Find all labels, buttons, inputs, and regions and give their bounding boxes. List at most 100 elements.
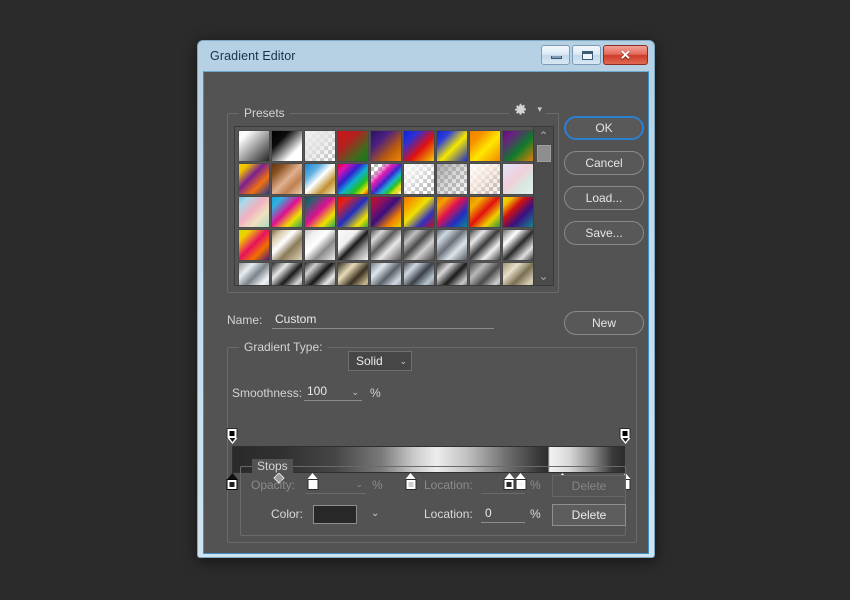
preset-swatch-violet-green-orange[interactable] bbox=[502, 130, 533, 162]
preset-swatch-blue-steel[interactable] bbox=[436, 229, 468, 261]
preset-swatch-gold-dark[interactable] bbox=[337, 262, 369, 285]
preset-swatch-fill bbox=[436, 262, 468, 285]
preset-swatch-fill bbox=[304, 262, 336, 285]
preset-swatch-fill bbox=[337, 229, 369, 261]
preset-swatch-foreground-to-transparent[interactable] bbox=[271, 130, 303, 162]
close-button[interactable]: ✕ bbox=[603, 45, 648, 65]
ok-button[interactable]: OK bbox=[564, 116, 644, 140]
preset-swatch-red-green[interactable] bbox=[337, 130, 369, 162]
preset-swatch-red-violet-orange-yellow[interactable] bbox=[370, 196, 402, 228]
preset-swatch-chrome-blue[interactable] bbox=[304, 163, 336, 195]
preset-swatch-noise-white[interactable] bbox=[403, 163, 435, 195]
preset-swatch-polished-chrome[interactable] bbox=[469, 229, 501, 261]
presets-group: Presets ▾ ⌃ ⌄ bbox=[227, 103, 559, 293]
preset-swatch-fill bbox=[370, 130, 402, 162]
preset-swatch-yellow-violet-orange-blue[interactable] bbox=[238, 163, 270, 195]
preset-swatch-fill bbox=[403, 196, 435, 228]
scrollbar-thumb[interactable] bbox=[537, 145, 551, 162]
preset-swatch-brass[interactable] bbox=[271, 229, 303, 261]
opacity-stop-pointer bbox=[620, 438, 630, 444]
preset-swatch-bright-chrome[interactable] bbox=[502, 229, 533, 261]
opacity-input: ⌄ bbox=[306, 475, 366, 494]
preset-swatch-fill bbox=[436, 163, 468, 195]
preset-swatch-night-chrome[interactable] bbox=[436, 262, 468, 285]
preset-swatch-orange-yellow-orange[interactable] bbox=[469, 130, 501, 162]
preset-swatch-fill bbox=[337, 262, 369, 285]
preset-swatch-violet-orange[interactable] bbox=[370, 130, 402, 162]
smoothness-input[interactable]: 100 ⌄ bbox=[304, 382, 362, 401]
chevron-down-icon: ⌄ bbox=[399, 355, 407, 366]
opacity-stop-100[interactable] bbox=[619, 428, 631, 445]
title-bar[interactable]: Gradient Editor ✕ bbox=[203, 41, 649, 71]
preset-swatch-pale-chrome[interactable] bbox=[238, 262, 270, 285]
preset-swatch-fill bbox=[502, 163, 533, 195]
scroll-down-icon[interactable]: ⌄ bbox=[534, 269, 553, 283]
new-button[interactable]: New bbox=[564, 311, 644, 335]
save-button[interactable]: Save... bbox=[564, 221, 644, 245]
preset-swatch-steel-bar[interactable] bbox=[370, 229, 402, 261]
gradient-type-select[interactable]: Solid ⌄ bbox=[348, 351, 412, 371]
gradient-settings-group: Gradient Type: Solid ⌄ Smoothness: 100 ⌄… bbox=[226, 340, 637, 543]
smoothness-chevron-down-icon[interactable]: ⌄ bbox=[351, 388, 359, 397]
preset-swatch-dark-silver[interactable] bbox=[304, 262, 336, 285]
preset-swatch-blue-chrome[interactable] bbox=[370, 262, 402, 285]
color-stop-0[interactable] bbox=[226, 473, 238, 490]
color-chevron-down-icon[interactable]: ⌄ bbox=[371, 509, 379, 519]
preset-swatch-copper[interactable] bbox=[271, 163, 303, 195]
color-delete-button[interactable]: Delete bbox=[552, 504, 626, 526]
load-button[interactable]: Load... bbox=[564, 186, 644, 210]
preset-swatch-blue-red-yellow[interactable] bbox=[403, 130, 435, 162]
preset-swatch-foreground-to-background[interactable] bbox=[238, 130, 270, 162]
preset-swatch-teal-magenta-green[interactable] bbox=[304, 196, 336, 228]
window-title: Gradient Editor bbox=[210, 49, 296, 63]
minimize-button[interactable] bbox=[541, 45, 570, 65]
preset-swatch-blue-yellow-blue[interactable] bbox=[436, 130, 468, 162]
preset-swatch-soft-chrome[interactable] bbox=[469, 262, 501, 285]
preset-swatch-red-blue-yellow-green[interactable] bbox=[337, 196, 369, 228]
preset-swatch-fill bbox=[370, 196, 402, 228]
preset-swatch-black-silver[interactable] bbox=[271, 262, 303, 285]
gear-icon bbox=[515, 103, 527, 115]
preset-swatch-fill bbox=[238, 229, 270, 261]
preset-swatch-orange-red-green[interactable] bbox=[469, 196, 501, 228]
opacity-stop-row: Opacity: ⌄ % Location: % Delete bbox=[241, 475, 626, 497]
preset-swatch-cyan-magenta-green[interactable] bbox=[271, 196, 303, 228]
preset-swatch-skin-tone-transparent[interactable] bbox=[469, 163, 501, 195]
preset-swatch-spectrum[interactable] bbox=[337, 163, 369, 195]
preset-swatch-steel-blue[interactable] bbox=[403, 262, 435, 285]
preset-swatch-fill bbox=[469, 196, 501, 228]
preset-swatch-transparent-gray[interactable] bbox=[436, 163, 468, 195]
preset-swatch-black-white-steel[interactable] bbox=[337, 229, 369, 261]
cancel-button[interactable]: Cancel bbox=[564, 151, 644, 175]
preset-swatch-fill bbox=[436, 130, 468, 162]
presets-menu-button[interactable]: ▾ bbox=[509, 103, 546, 116]
preset-swatch-orange-yellow-red[interactable] bbox=[403, 196, 435, 228]
preset-swatch-fill bbox=[337, 130, 369, 162]
color-swatch-button[interactable] bbox=[313, 505, 357, 524]
preset-swatch-fill bbox=[304, 196, 336, 228]
preset-swatch-black-white-checker[interactable] bbox=[304, 130, 336, 162]
preset-swatch-sand-chrome[interactable] bbox=[502, 262, 533, 285]
gradient-type-label: Gradient Type: bbox=[239, 340, 328, 354]
presets-scrollbar[interactable]: ⌃ ⌄ bbox=[533, 127, 553, 285]
scroll-up-icon[interactable]: ⌃ bbox=[534, 129, 553, 143]
preset-swatch-fill bbox=[337, 163, 369, 195]
opacity-location-unit: % bbox=[530, 478, 541, 492]
presets-panel[interactable]: ⌃ ⌄ bbox=[234, 126, 554, 286]
opacity-stop-0[interactable] bbox=[226, 428, 238, 445]
preset-swatch-yellow-violet-teal[interactable] bbox=[502, 196, 533, 228]
preset-swatch-yellow-pink-violet[interactable] bbox=[238, 229, 270, 261]
preset-swatch-pastel-pink-blue[interactable] bbox=[238, 196, 270, 228]
preset-swatch-pastel-rainbow[interactable] bbox=[502, 163, 533, 195]
maximize-button[interactable] bbox=[572, 45, 601, 65]
color-location-input[interactable]: 0 bbox=[481, 504, 525, 523]
name-input[interactable] bbox=[272, 310, 494, 329]
stops-group: Stops Opacity: ⌄ % Location: % Delete Co… bbox=[240, 459, 626, 536]
preset-swatch-orange-blue-teal[interactable] bbox=[436, 196, 468, 228]
opacity-stop-pointer bbox=[227, 438, 237, 444]
preset-swatch-silver[interactable] bbox=[304, 229, 336, 261]
color-location-unit: % bbox=[530, 507, 541, 521]
preset-swatch-fill bbox=[403, 163, 435, 195]
preset-swatch-dark-steel[interactable] bbox=[403, 229, 435, 261]
preset-swatch-transparent-rainbow[interactable] bbox=[370, 163, 402, 195]
